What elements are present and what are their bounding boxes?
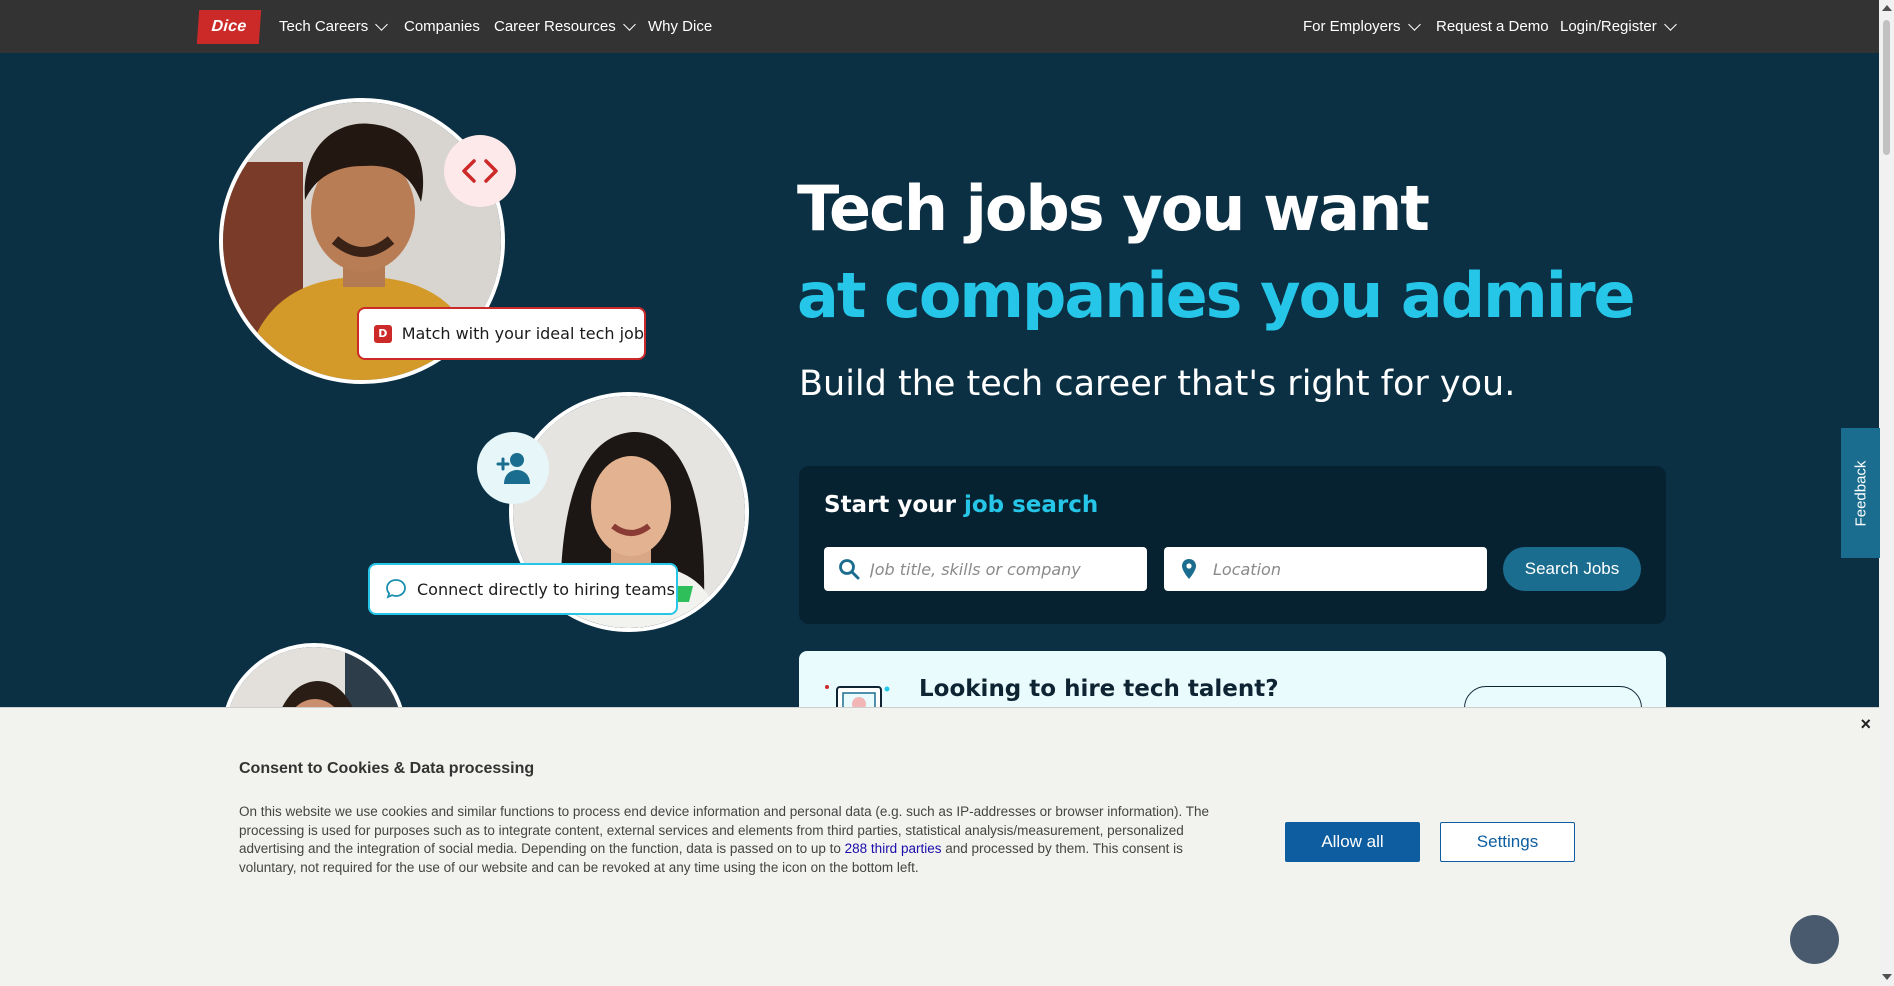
scroll-up-arrow[interactable]: [1882, 5, 1892, 11]
chevron-down-icon: [375, 17, 389, 31]
chat-widget-button[interactable]: [1790, 915, 1839, 964]
nav-companies[interactable]: Companies: [404, 0, 480, 53]
dice-logo[interactable]: Dice: [196, 10, 262, 44]
cookie-body: On this website we use cookies and simil…: [239, 804, 1209, 875]
logo-text: Dice: [210, 18, 248, 35]
scroll-thumb[interactable]: [1883, 20, 1890, 155]
nav-tech-careers[interactable]: Tech Careers: [279, 0, 389, 53]
nav-login-register[interactable]: Login/Register: [1560, 0, 1677, 53]
search-heading: Start your job search: [824, 492, 1099, 518]
match-badge-text: Match with your ideal tech job: [401, 324, 644, 343]
search-icon: [839, 559, 860, 580]
chevron-down-icon: [1663, 17, 1677, 31]
chevron-down-icon: [622, 17, 636, 31]
hero-title-line1: Tech jobs you want: [797, 172, 1430, 245]
third-parties-link[interactable]: 288 third parties: [845, 841, 942, 856]
code-icon: [462, 159, 498, 183]
keyword-field[interactable]: [824, 547, 1147, 591]
hire-talent-card: Looking to hire tech talent?: [799, 651, 1666, 711]
top-nav: Dice Tech Careers Companies Career Resou…: [0, 0, 1879, 53]
code-badge: [444, 135, 516, 207]
hire-illustration-icon: [825, 685, 890, 711]
keyword-input[interactable]: [870, 547, 1147, 591]
allow-all-button[interactable]: Allow all: [1285, 822, 1420, 862]
hero-subtitle: Build the tech career that's right for y…: [799, 364, 1516, 404]
nav-request-demo[interactable]: Request a Demo: [1436, 0, 1549, 53]
nav-for-employers[interactable]: For Employers: [1303, 0, 1421, 53]
connect-badge: Connect directly to hiring teams: [368, 563, 678, 615]
add-user-icon: [496, 453, 530, 484]
add-person-badge: [477, 432, 549, 504]
nav-why-dice[interactable]: Why Dice: [648, 0, 712, 53]
dice-d-icon: D: [374, 324, 392, 343]
cookie-consent-banner: × Consent to Cookies & Data processing O…: [0, 707, 1879, 986]
location-field[interactable]: [1164, 547, 1487, 591]
job-search-card: Start your job search Search Jobs: [799, 466, 1666, 624]
location-input[interactable]: [1213, 547, 1487, 591]
scroll-down-arrow[interactable]: [1882, 974, 1892, 980]
chevron-down-icon: [1407, 17, 1421, 31]
cookie-title: Consent to Cookies & Data processing: [239, 760, 535, 777]
location-pin-icon: [1182, 559, 1196, 579]
chat-bubble-icon: [386, 579, 406, 599]
feedback-label: Feedback: [1852, 460, 1869, 526]
search-jobs-button[interactable]: Search Jobs: [1503, 547, 1641, 591]
page-scrollbar[interactable]: [1879, 0, 1894, 986]
hero-title-line2: at companies you admire: [797, 259, 1636, 332]
nav-career-resources[interactable]: Career Resources: [494, 0, 636, 53]
close-icon[interactable]: ×: [1860, 714, 1871, 735]
feedback-tab[interactable]: Feedback: [1841, 428, 1880, 558]
cookie-settings-button[interactable]: Settings: [1440, 822, 1575, 862]
match-badge: D Match with your ideal tech job: [357, 307, 646, 360]
connect-badge-text: Connect directly to hiring teams: [417, 579, 675, 599]
hire-talent-title: Looking to hire tech talent?: [919, 676, 1279, 702]
